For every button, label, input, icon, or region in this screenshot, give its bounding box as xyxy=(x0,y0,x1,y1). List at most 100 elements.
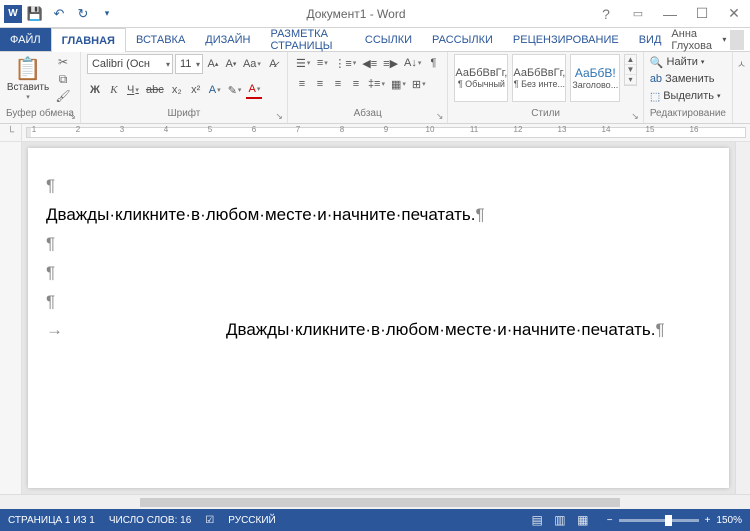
ruler-tick: 8 xyxy=(340,125,344,134)
styles-down-icon[interactable]: ▼ xyxy=(625,65,636,75)
user-account[interactable]: Анна Глухова ▾ xyxy=(671,28,750,51)
page-indicator[interactable]: СТРАНИЦА 1 ИЗ 1 xyxy=(8,515,95,526)
redo-icon[interactable]: ↻ xyxy=(72,3,94,25)
word-icon[interactable]: W xyxy=(4,5,22,23)
bold-button[interactable]: Ж xyxy=(87,81,103,99)
tab-selector[interactable]: └ xyxy=(0,124,22,141)
tab-file[interactable]: ФАЙЛ xyxy=(0,28,51,51)
shading-icon[interactable]: ▦ xyxy=(389,75,408,93)
editing-group-label: Редактирование xyxy=(650,108,726,119)
language-indicator[interactable]: РУССКИЙ xyxy=(228,515,275,526)
page[interactable]: ¶ Дважды·кликните·в·любом·месте·и·начнит… xyxy=(28,148,729,488)
subscript-button[interactable]: x₂ xyxy=(169,81,185,99)
change-case-button[interactable]: Aa xyxy=(241,55,263,73)
sort-icon[interactable]: A↓ xyxy=(402,54,423,72)
decrease-indent-icon[interactable]: ◀≡ xyxy=(360,54,379,72)
font-size-combo[interactable]: 11 xyxy=(175,54,203,74)
document-area: ¶ Дважды·кликните·в·любом·месте·и·начнит… xyxy=(0,142,750,494)
italic-button[interactable]: К xyxy=(106,81,122,99)
paragraph-mark: ¶ xyxy=(46,172,711,201)
avatar-icon xyxy=(730,30,744,50)
collapse-ribbon-icon[interactable]: ㅅ xyxy=(737,56,746,71)
clipboard-group-label: Буфер обмена xyxy=(6,108,74,119)
zoom-level[interactable]: 150% xyxy=(716,515,742,526)
shrink-font-icon[interactable]: A▾ xyxy=(223,55,239,73)
vertical-scrollbar[interactable] xyxy=(735,142,750,494)
zoom-slider[interactable] xyxy=(619,519,699,522)
horizontal-scrollbar[interactable] xyxy=(0,494,750,509)
read-mode-icon[interactable]: ▤ xyxy=(527,512,547,528)
multilevel-list-icon[interactable]: ⋮≡ xyxy=(332,54,358,72)
bullets-icon[interactable]: ☰ xyxy=(294,54,312,72)
find-button[interactable]: 🔍Найти ▾ xyxy=(650,54,721,70)
font-color-icon[interactable]: A xyxy=(246,81,262,99)
styles-up-icon[interactable]: ▲ xyxy=(625,55,636,65)
minimize-icon[interactable]: — xyxy=(658,3,682,25)
proofing-icon[interactable]: ☑ xyxy=(205,515,214,526)
highlight-icon[interactable]: ✎ xyxy=(226,81,244,99)
word-count[interactable]: ЧИСЛО СЛОВ: 16 xyxy=(109,515,191,526)
style-normal[interactable]: АаБбВвГг, ¶ Обычный xyxy=(454,54,508,102)
font-launcher-icon[interactable]: ↘ xyxy=(275,111,283,122)
align-left-icon[interactable]: ≡ xyxy=(294,75,310,93)
replace-icon: ab xyxy=(650,73,662,85)
close-icon[interactable]: ✕ xyxy=(722,3,746,25)
tab-design[interactable]: ДИЗАЙН xyxy=(195,28,260,51)
font-name-combo[interactable]: Calibri (Осн xyxy=(87,54,173,74)
zoom-out-icon[interactable]: − xyxy=(607,515,613,526)
ribbon-options-icon[interactable]: ▭ xyxy=(626,3,650,25)
user-name: Анна Глухова xyxy=(671,28,718,52)
paste-label: Вставить xyxy=(7,82,49,93)
undo-icon[interactable]: ↶ xyxy=(48,3,70,25)
underline-button[interactable]: Ч xyxy=(125,81,141,99)
text-line: Дважды·кликните·в·любом·месте·и·начните·… xyxy=(46,201,711,230)
horizontal-ruler[interactable]: └ 12345678910111213141516 xyxy=(0,124,750,142)
zoom-control[interactable]: − + 150% xyxy=(607,515,742,526)
tab-mailings[interactable]: РАССЫЛКИ xyxy=(422,28,503,51)
copy-icon[interactable]: ⧉ xyxy=(54,71,72,87)
styles-gallery-nav[interactable]: ▲ ▼ ▾ xyxy=(624,54,637,86)
style-no-spacing[interactable]: АаБбВвГг, ¶ Без инте... xyxy=(512,54,566,102)
superscript-button[interactable]: x² xyxy=(188,81,204,99)
paste-button[interactable]: 📋 Вставить ▾ xyxy=(6,54,50,103)
strikethrough-button[interactable]: abc xyxy=(144,81,166,99)
grow-font-icon[interactable]: A▴ xyxy=(205,55,221,73)
document-title: Документ1 - Word xyxy=(118,7,594,21)
borders-icon[interactable]: ⊞ xyxy=(410,75,428,93)
cut-icon[interactable]: ✂ xyxy=(54,54,72,70)
text-effects-icon[interactable]: A xyxy=(207,81,223,99)
help-icon[interactable]: ? xyxy=(594,3,618,25)
group-font: Calibri (Осн 11 A▴ A▾ Aa A̷ Ж К Ч abc x₂… xyxy=(81,52,288,123)
clear-formatting-icon[interactable]: A̷ xyxy=(265,55,281,73)
line-spacing-icon[interactable]: ‡≡ xyxy=(366,75,387,93)
tab-insert[interactable]: ВСТАВКА xyxy=(126,28,195,51)
align-center-icon[interactable]: ≡ xyxy=(312,75,328,93)
align-right-icon[interactable]: ≡ xyxy=(330,75,346,93)
justify-icon[interactable]: ≡ xyxy=(348,75,364,93)
zoom-in-icon[interactable]: + xyxy=(705,515,711,526)
ruler-tick: 6 xyxy=(252,125,256,134)
replace-button[interactable]: abЗаменить xyxy=(650,71,721,87)
style-heading1[interactable]: АаБбВ! Заголово... xyxy=(570,54,620,102)
clipboard-launcher-icon[interactable]: ↘ xyxy=(68,111,76,122)
styles-more-icon[interactable]: ▾ xyxy=(625,75,636,85)
vertical-ruler[interactable] xyxy=(0,142,22,494)
numbering-icon[interactable]: ≡ xyxy=(314,54,330,72)
ruler-tick: 15 xyxy=(646,125,655,134)
paragraph-launcher-icon[interactable]: ↘ xyxy=(436,111,444,122)
print-layout-icon[interactable]: ▥ xyxy=(550,512,570,528)
tab-review[interactable]: РЕЦЕНЗИРОВАНИЕ xyxy=(503,28,629,51)
tab-home[interactable]: ГЛАВНАЯ xyxy=(51,28,126,52)
tab-references[interactable]: ССЫЛКИ xyxy=(355,28,422,51)
web-layout-icon[interactable]: ▦ xyxy=(573,512,593,528)
styles-launcher-icon[interactable]: ↘ xyxy=(631,111,639,122)
maximize-icon[interactable]: ☐ xyxy=(690,3,714,25)
increase-indent-icon[interactable]: ≡▶ xyxy=(381,54,400,72)
tab-layout[interactable]: РАЗМЕТКА СТРАНИЦЫ xyxy=(260,28,354,51)
show-marks-icon[interactable]: ¶ xyxy=(425,54,441,72)
save-icon[interactable]: 💾 xyxy=(24,3,46,25)
tab-view[interactable]: ВИД xyxy=(629,28,672,51)
format-painter-icon[interactable]: 🖌 xyxy=(54,88,72,104)
qat-customize-icon[interactable]: ▾ xyxy=(96,3,118,25)
select-button[interactable]: ⬚Выделить ▾ xyxy=(650,88,721,104)
